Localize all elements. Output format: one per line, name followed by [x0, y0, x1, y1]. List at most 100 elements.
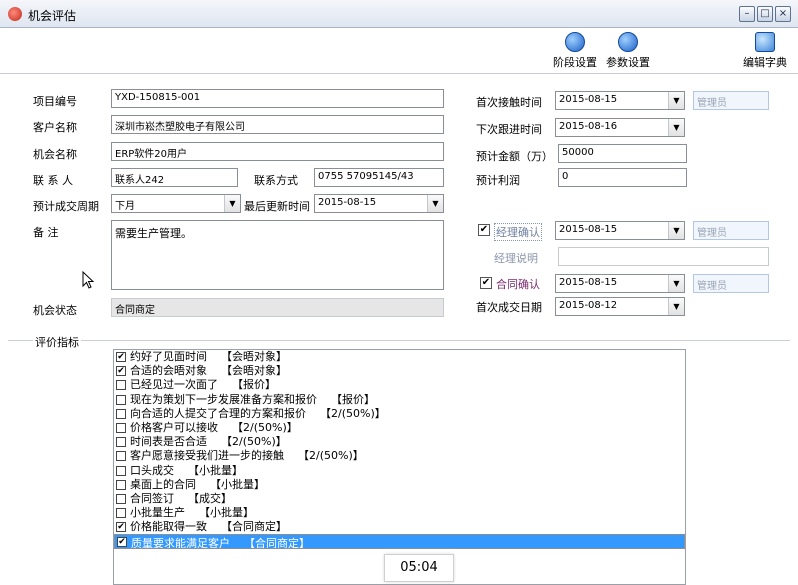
- checklist-item-text: 已经见过一次面了: [130, 378, 218, 392]
- contact-method-field[interactable]: 0755 57095145/43: [314, 168, 444, 187]
- checklist-item[interactable]: ✔ 约好了见面时间 【会晤对象】: [114, 350, 685, 364]
- checkbox[interactable]: [116, 508, 126, 519]
- window-title: 机会评估: [28, 9, 77, 23]
- last-update-select[interactable]: 2015-08-15 ▼: [314, 194, 444, 213]
- checkbox[interactable]: [116, 451, 126, 462]
- minimize-button[interactable]: –: [739, 6, 755, 22]
- checklist-item[interactable]: 向合适的人提交了合理的方案和报价 【2/(50%)】: [114, 407, 685, 421]
- first-contact-value: 2015-08-15: [559, 94, 618, 105]
- first-deal-date-select[interactable]: 2015-08-12 ▼: [555, 297, 685, 316]
- checkbox[interactable]: ✔: [116, 352, 126, 362]
- last-update-value: 2015-08-15: [318, 197, 377, 208]
- checklist-item-text: 小批量生产: [130, 506, 185, 520]
- checkbox[interactable]: [116, 422, 126, 433]
- checklist-item-tag: 【小批量】: [210, 477, 265, 491]
- customer-name-label: 客户名称: [33, 121, 77, 134]
- checklist-item[interactable]: 小批量生产 【小批量】: [114, 506, 685, 520]
- checklist-item[interactable]: ✔ 质量要求能满足客户 【合同商定】: [114, 534, 685, 549]
- remarks-label: 备 注: [33, 226, 59, 239]
- manager-confirm-date[interactable]: 2015-08-15 ▼: [555, 221, 685, 240]
- project-no-label: 项目编号: [33, 95, 77, 108]
- checkbox[interactable]: [116, 493, 126, 504]
- checkbox[interactable]: [116, 380, 126, 391]
- manager-confirm-date-value: 2015-08-15: [559, 224, 618, 235]
- opportunity-name-label: 机会名称: [33, 148, 77, 161]
- expected-amount-field[interactable]: 50000: [558, 144, 687, 163]
- checklist-item[interactable]: 合同签订 【成交】: [114, 492, 685, 506]
- timer: 05:04: [384, 554, 454, 582]
- chevron-down-icon[interactable]: ▼: [427, 195, 443, 212]
- chevron-down-icon[interactable]: ▼: [668, 119, 684, 136]
- expected-amount-label: 预计金额（万）: [476, 150, 553, 163]
- stage-settings-button[interactable]: 阶段设置: [553, 32, 597, 70]
- checkbox[interactable]: ✔: [117, 537, 127, 548]
- checklist-item-tag: 【合同商定】: [221, 520, 287, 534]
- expected-cycle-select[interactable]: 下月 ▼: [111, 194, 241, 213]
- checklist-item-tag: 【2/(50%)】: [232, 420, 298, 434]
- expected-profit-field[interactable]: 0: [558, 168, 687, 187]
- checklist-item-tag: 【小批量】: [199, 506, 254, 520]
- customer-name-field[interactable]: 深圳市崧杰塑胶电子有限公司: [111, 115, 444, 134]
- checklist-item-text: 价格客户可以接收: [130, 420, 218, 434]
- manager-confirm-checkbox[interactable]: ✔: [478, 224, 490, 236]
- maximize-button[interactable]: □: [757, 6, 773, 22]
- param-settings-label: 参数设置: [606, 56, 650, 69]
- contact-method-label: 联系方式: [254, 174, 298, 187]
- checklist-item[interactable]: 现在为策划下一步发展准备方案和报价 【报价】: [114, 393, 685, 407]
- dictionary-icon: [755, 32, 775, 52]
- checkbox[interactable]: [116, 479, 126, 490]
- checklist-item[interactable]: ✔ 价格能取得一致 【合同商定】: [114, 520, 685, 534]
- chevron-down-icon[interactable]: ▼: [668, 92, 684, 109]
- next-followup-select[interactable]: 2015-08-16 ▼: [555, 118, 685, 137]
- stage-settings-label: 阶段设置: [553, 56, 597, 69]
- manager-confirm-label[interactable]: 经理确认: [494, 223, 542, 241]
- checkbox[interactable]: ✔: [116, 366, 126, 377]
- checkbox[interactable]: [116, 437, 126, 448]
- chevron-down-icon[interactable]: ▼: [224, 195, 240, 212]
- checklist-item-tag: 【合同商定】: [244, 537, 310, 549]
- checkbox[interactable]: ✔: [116, 522, 126, 533]
- checkbox[interactable]: [116, 394, 126, 405]
- project-no-field[interactable]: YXD-150815-001: [111, 89, 444, 108]
- checklist-item[interactable]: 桌面上的合同 【小批量】: [114, 478, 685, 492]
- manager-note-field[interactable]: [558, 247, 769, 266]
- contract-confirm-date[interactable]: 2015-08-15 ▼: [555, 274, 685, 293]
- contact-field[interactable]: 联系人242: [111, 168, 238, 187]
- checklist-item[interactable]: 客户愿意接受我们进一步的接触 【2/(50%)】: [114, 449, 685, 463]
- checklist-item-text: 向合适的人提交了合理的方案和报价: [130, 406, 306, 420]
- param-settings-button[interactable]: 参数设置: [606, 32, 650, 70]
- checklist-item-text: 时间表是否合适: [130, 435, 207, 449]
- checklist-item-tag: 【会晤对象】: [221, 350, 287, 363]
- contract-confirm-label[interactable]: 合同确认: [496, 276, 540, 292]
- chevron-down-icon[interactable]: ▼: [668, 298, 684, 315]
- chevron-down-icon[interactable]: ▼: [668, 222, 684, 239]
- stage-settings-icon: [565, 32, 585, 52]
- first-deal-date-value: 2015-08-12: [559, 300, 618, 311]
- checklist-item[interactable]: 口头成交 【小批量】: [114, 464, 685, 478]
- checklist-item-text: 价格能取得一致: [130, 520, 207, 534]
- checklist-item-tag: 【会晤对象】: [221, 364, 287, 378]
- remarks-textarea[interactable]: 需要生产管理。: [111, 220, 444, 290]
- expected-cycle-value: 下月: [115, 201, 135, 212]
- chevron-down-icon[interactable]: ▼: [668, 275, 684, 292]
- contract-confirm-checkbox[interactable]: ✔: [480, 277, 492, 289]
- first-contact-select[interactable]: 2015-08-15 ▼: [555, 91, 685, 110]
- contact-label: 联 系 人: [33, 174, 73, 187]
- last-update-label: 最后更新时间: [244, 200, 310, 213]
- contract-confirm-date-value: 2015-08-15: [559, 277, 618, 288]
- checklist-item-text: 客户愿意接受我们进一步的接触: [130, 449, 284, 463]
- opportunity-name-field[interactable]: ERP软件20用户: [111, 142, 444, 161]
- status-field: 合同商定: [111, 298, 444, 317]
- checklist-item[interactable]: ✔ 合适的会晤对象 【会晤对象】: [114, 364, 685, 378]
- checklist-item[interactable]: 价格客户可以接收 【2/(50%)】: [114, 421, 685, 435]
- checklist-item-tag: 【报价】: [331, 392, 375, 406]
- checkbox[interactable]: [116, 465, 126, 476]
- checklist-item-text: 质量要求能满足客户: [131, 537, 230, 549]
- close-button[interactable]: ×: [775, 6, 791, 22]
- first-contact-label: 首次接触时间: [476, 96, 542, 109]
- edit-dictionary-button[interactable]: 编辑字典: [743, 32, 787, 70]
- checklist-item-text: 约好了见面时间: [130, 350, 207, 363]
- checklist-item[interactable]: 已经见过一次面了 【报价】: [114, 378, 685, 392]
- checklist-item[interactable]: 时间表是否合适 【2/(50%)】: [114, 435, 685, 449]
- checkbox[interactable]: [116, 408, 126, 419]
